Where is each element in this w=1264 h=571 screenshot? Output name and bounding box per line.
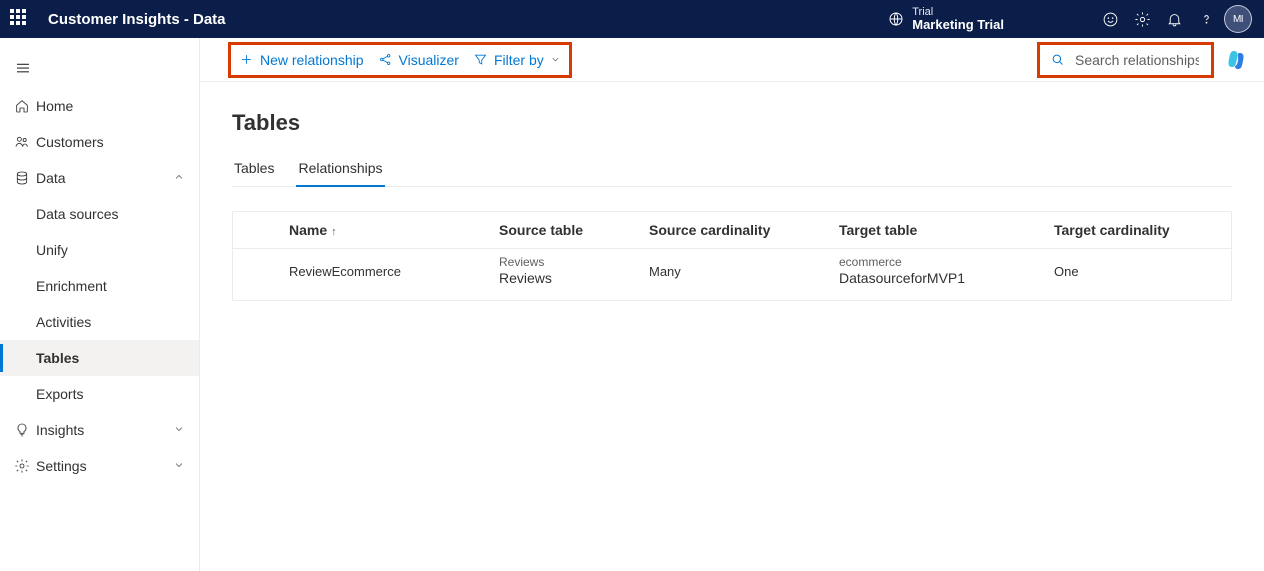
help-icon[interactable] bbox=[1190, 3, 1222, 35]
sidebar-item-label: Data bbox=[36, 170, 66, 186]
sidebar-item-data-sources[interactable]: Data sources bbox=[0, 196, 199, 232]
cell-target-cardinality: One bbox=[1054, 255, 1194, 279]
command-bar: New relationship Visualizer Filter by bbox=[200, 38, 1264, 82]
sort-asc-icon: ↑ bbox=[331, 226, 337, 238]
sidebar-item-label: Unify bbox=[36, 242, 68, 258]
cell-source-small: Reviews bbox=[499, 255, 649, 269]
environment-picker[interactable]: Trial Marketing Trial bbox=[880, 3, 1004, 35]
sidebar-item-customers[interactable]: Customers bbox=[0, 124, 199, 160]
cell-name: ReviewEcommerce bbox=[289, 255, 499, 279]
copilot-button[interactable] bbox=[1220, 43, 1254, 77]
sidebar-item-label: Tables bbox=[36, 350, 79, 366]
sidebar-item-label: Settings bbox=[36, 458, 87, 474]
nav-toggle[interactable] bbox=[0, 48, 199, 88]
col-header-label: Name bbox=[289, 222, 327, 238]
cell-target-small: ecommerce bbox=[839, 255, 1054, 269]
sidebar-item-unify[interactable]: Unify bbox=[0, 232, 199, 268]
notifications-icon[interactable] bbox=[1158, 3, 1190, 35]
filter-icon bbox=[473, 52, 488, 67]
col-header-name[interactable]: Name ↑ bbox=[289, 222, 499, 238]
sidebar-item-insights[interactable]: Insights bbox=[0, 412, 199, 448]
cell-target-big: DatasourceforMVP1 bbox=[839, 269, 1054, 287]
sidebar-item-label: Data sources bbox=[36, 206, 118, 222]
tab-tables[interactable]: Tables bbox=[232, 154, 276, 186]
sidebar-item-label: Insights bbox=[36, 422, 84, 438]
share-nodes-icon bbox=[378, 52, 393, 67]
new-relationship-button[interactable]: New relationship bbox=[239, 52, 364, 68]
copilot-icon bbox=[1225, 48, 1249, 72]
cmd-label: Visualizer bbox=[399, 52, 459, 68]
app-launcher-icon[interactable] bbox=[10, 9, 30, 29]
chevron-down-icon bbox=[173, 458, 185, 474]
cmd-label: Filter by bbox=[494, 52, 544, 68]
gear-icon bbox=[14, 458, 36, 474]
chevron-down-icon bbox=[173, 422, 185, 438]
filter-by-button[interactable]: Filter by bbox=[473, 52, 561, 68]
page-title: Tables bbox=[232, 110, 1232, 136]
plus-icon bbox=[239, 52, 254, 67]
sidebar-item-exports[interactable]: Exports bbox=[0, 376, 199, 412]
sidebar-item-label: Exports bbox=[36, 386, 83, 402]
sidebar-item-tables[interactable]: Tables bbox=[0, 340, 199, 376]
app-title: Customer Insights - Data bbox=[48, 11, 226, 28]
sidebar-item-label: Customers bbox=[36, 134, 104, 150]
sidebar: Home Customers Data Data sources Unify E… bbox=[0, 38, 200, 571]
sidebar-item-label: Enrichment bbox=[36, 278, 107, 294]
chevron-down-icon bbox=[550, 52, 561, 68]
feedback-icon[interactable] bbox=[1094, 3, 1126, 35]
search-icon bbox=[1050, 52, 1065, 67]
command-bar-highlight: New relationship Visualizer Filter by bbox=[228, 42, 572, 78]
table-row[interactable]: ReviewEcommerce Reviews Reviews Many eco… bbox=[233, 249, 1231, 300]
tab-relationships[interactable]: Relationships bbox=[296, 154, 384, 186]
home-icon bbox=[14, 98, 36, 114]
relationships-table: Name ↑ Source table Source cardinality Ta… bbox=[232, 211, 1232, 301]
environment-icon bbox=[880, 3, 912, 35]
sidebar-item-data[interactable]: Data bbox=[0, 160, 199, 196]
settings-icon[interactable] bbox=[1126, 3, 1158, 35]
sidebar-item-label: Home bbox=[36, 98, 73, 114]
sidebar-item-enrichment[interactable]: Enrichment bbox=[0, 268, 199, 304]
environment-label: Trial bbox=[912, 6, 1004, 18]
sidebar-item-settings[interactable]: Settings bbox=[0, 448, 199, 484]
cell-source-table: Reviews Reviews bbox=[499, 255, 649, 288]
chevron-up-icon bbox=[173, 170, 185, 186]
environment-name: Marketing Trial bbox=[912, 18, 1004, 32]
sidebar-item-label: Activities bbox=[36, 314, 91, 330]
col-header-source-table[interactable]: Source table bbox=[499, 222, 649, 238]
col-header-target-cardinality[interactable]: Target cardinality bbox=[1054, 222, 1194, 238]
tab-strip: Tables Relationships bbox=[232, 154, 1232, 187]
customers-icon bbox=[14, 134, 36, 150]
cell-target-table: ecommerce DatasourceforMVP1 bbox=[839, 255, 1054, 288]
col-header-source-cardinality[interactable]: Source cardinality bbox=[649, 222, 839, 238]
search-highlight bbox=[1037, 42, 1214, 78]
sidebar-item-home[interactable]: Home bbox=[0, 88, 199, 124]
cell-source-big: Reviews bbox=[499, 269, 649, 287]
avatar-initials: MI bbox=[1224, 5, 1252, 33]
search-input[interactable] bbox=[1073, 51, 1201, 69]
visualizer-button[interactable]: Visualizer bbox=[378, 52, 459, 68]
col-header-target-table[interactable]: Target table bbox=[839, 222, 1054, 238]
data-icon bbox=[14, 170, 36, 186]
sidebar-item-activities[interactable]: Activities bbox=[0, 304, 199, 340]
cell-source-cardinality: Many bbox=[649, 255, 839, 279]
insights-icon bbox=[14, 422, 36, 438]
account-avatar[interactable]: MI bbox=[1222, 3, 1254, 35]
table-header-row: Name ↑ Source table Source cardinality Ta… bbox=[233, 212, 1231, 249]
cmd-label: New relationship bbox=[260, 52, 364, 68]
